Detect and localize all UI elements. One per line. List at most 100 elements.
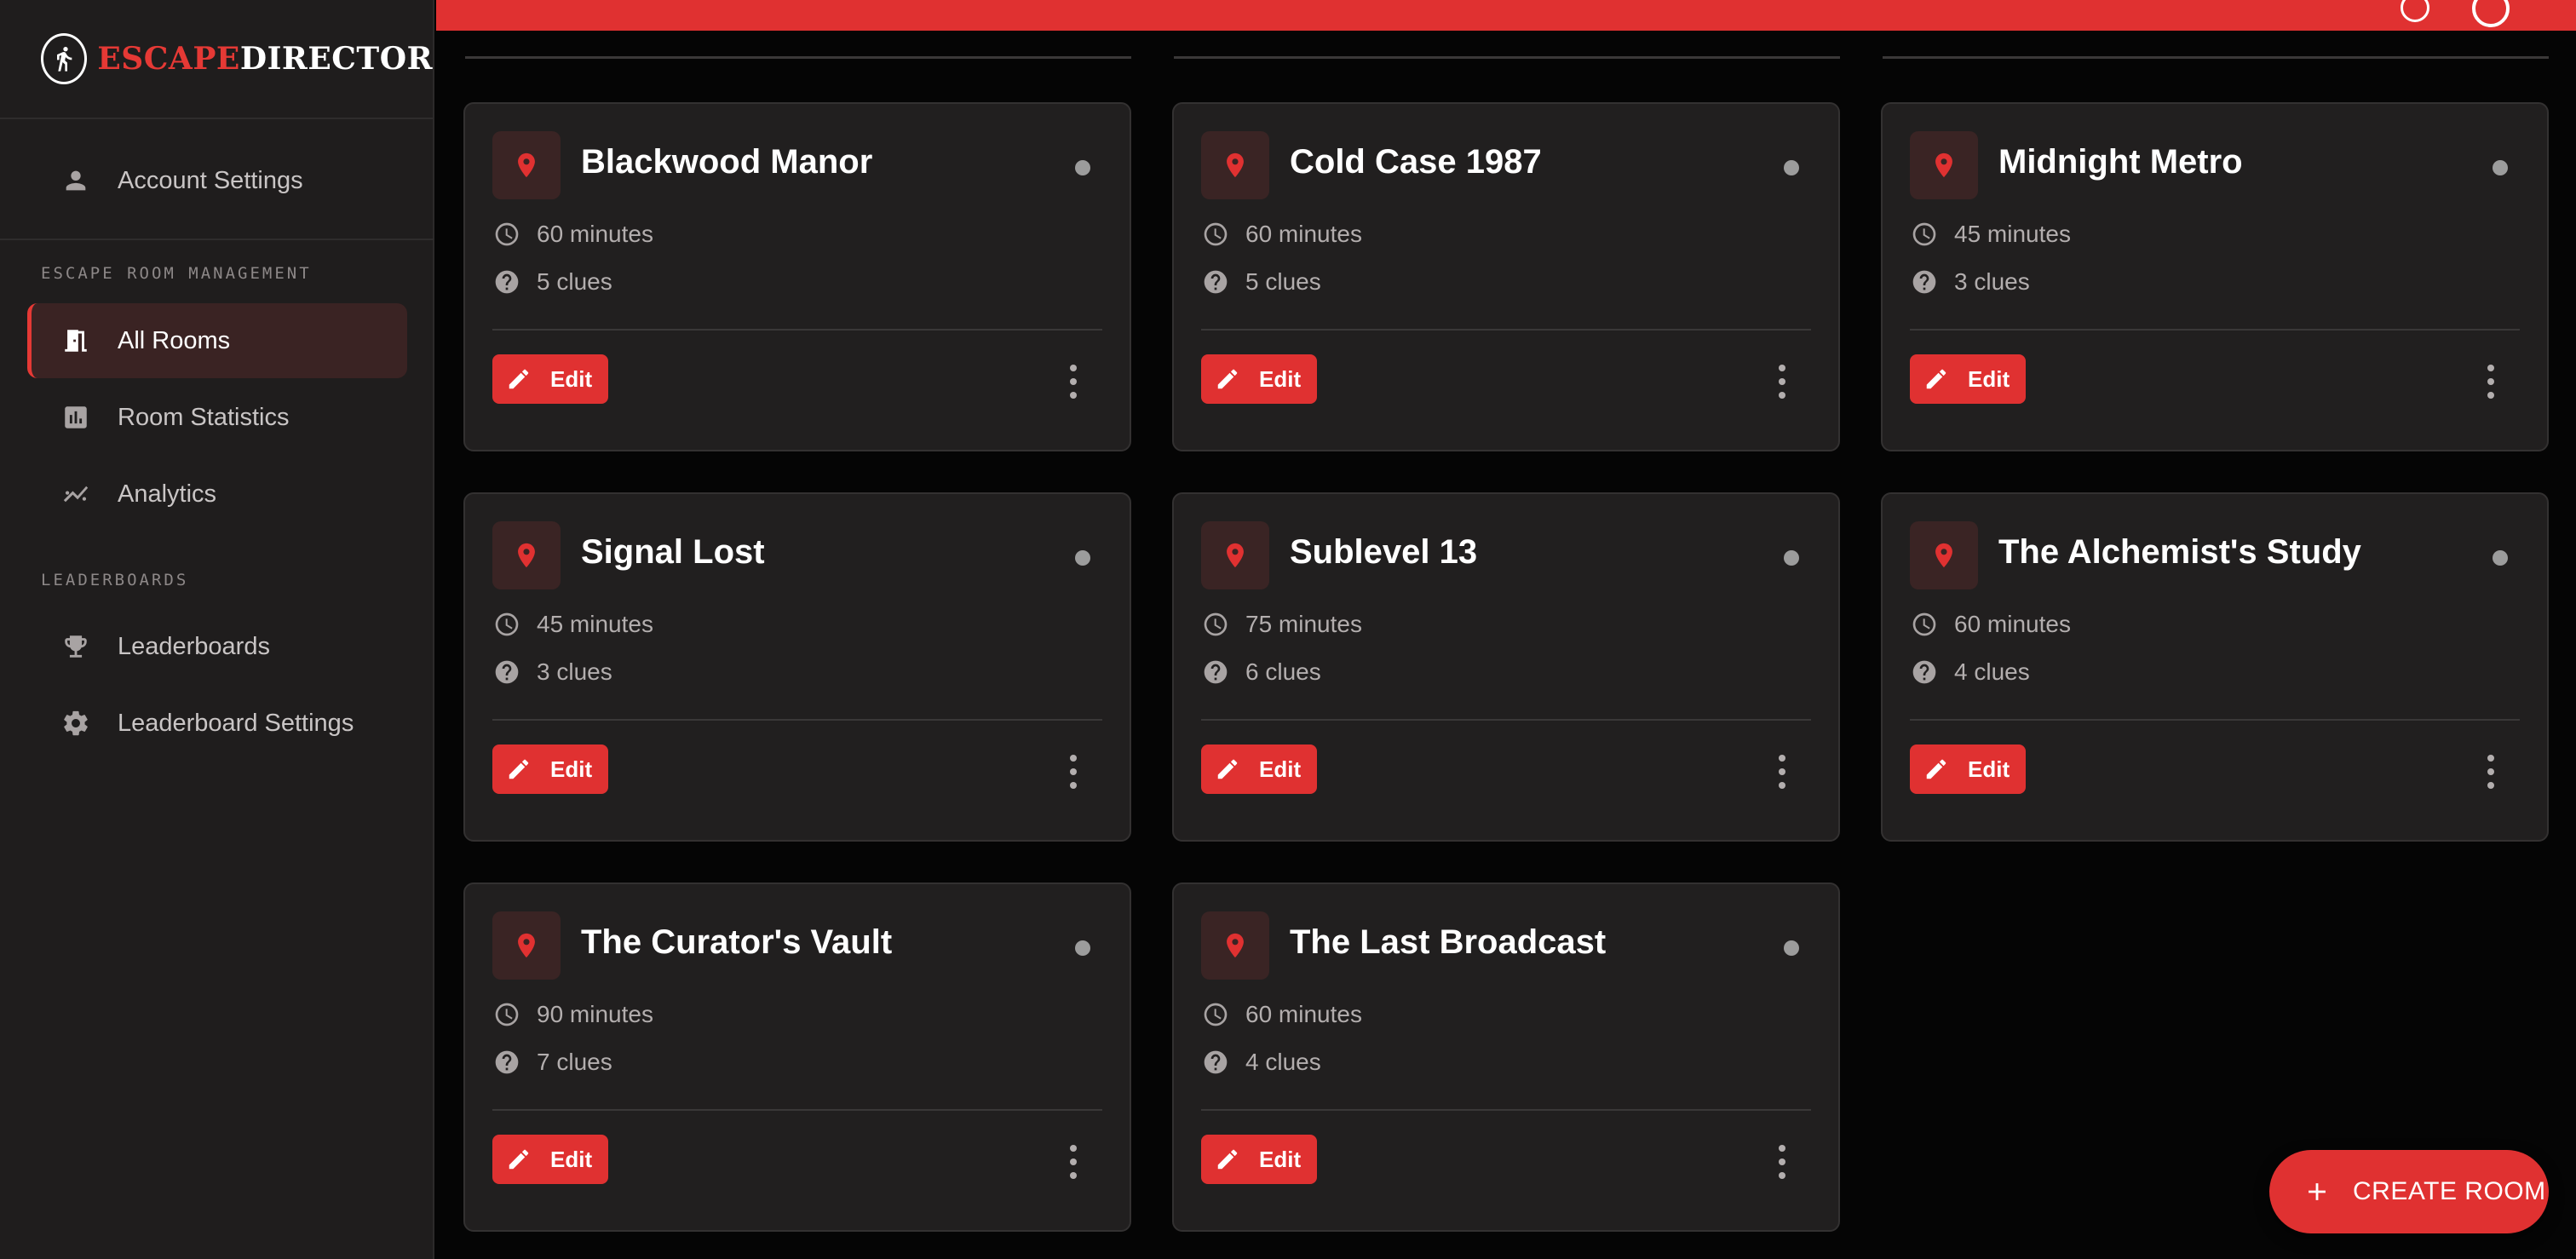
room-card[interactable]: Blackwood Manor 60 minutes 5 clues Edit (463, 102, 1131, 451)
edit-button[interactable]: Edit (492, 744, 608, 794)
clues-text: 5 clues (537, 268, 612, 295)
edit-button[interactable]: Edit (492, 1135, 608, 1184)
edit-button-label: Edit (550, 756, 593, 782)
pencil-icon (1923, 756, 1951, 783)
edit-button-label: Edit (1968, 365, 2010, 392)
brand-name-director: DIRECTOR (239, 41, 433, 77)
more-vert-icon[interactable] (1065, 365, 1082, 399)
room-clues: 7 clues (492, 1048, 612, 1077)
sidebar-item-label: Leaderboard Settings (118, 709, 354, 737)
room-card[interactable]: Sublevel 13 75 minutes 6 clues Edit (1172, 492, 1840, 842)
sidebar-item-leaderboard-settings[interactable]: Leaderboard Settings (27, 686, 407, 761)
person-icon (60, 164, 92, 197)
sidebar-item-label: Analytics (118, 480, 217, 508)
sidebar-item-room-statistics[interactable]: Room Statistics (27, 380, 407, 455)
help-circle-icon (1201, 1048, 1230, 1077)
location-pin-icon (1910, 521, 1978, 589)
gear-icon (60, 707, 92, 739)
edit-button[interactable]: Edit (1910, 354, 2026, 404)
pencil-icon (1923, 365, 1951, 393)
create-room-label: CREATE ROOM (2353, 1177, 2546, 1205)
room-name: Signal Lost (581, 533, 765, 571)
app-root: ESCAPEDIRECTOR Account Settings ESCAPE R… (0, 0, 2576, 1259)
room-name: The Last Broadcast (1290, 923, 1607, 961)
sidebar-item-label: Leaderboards (118, 632, 270, 660)
help-circle-icon (1910, 658, 1939, 687)
bar-chart-icon (60, 401, 92, 434)
clues-text: 3 clues (537, 658, 612, 685)
clues-text: 4 clues (1245, 1049, 1321, 1075)
room-name: The Curator's Vault (581, 923, 893, 961)
sidebar-item-analytics[interactable]: Analytics (27, 457, 407, 532)
card-divider (1201, 1109, 1811, 1111)
duration-text: 60 minutes (1954, 611, 2071, 637)
help-circle-icon (492, 267, 521, 296)
more-vert-icon[interactable] (2482, 755, 2499, 789)
room-name: The Alchemist's Study (1998, 533, 2361, 571)
sidebar-item-account-settings[interactable]: Account Settings (27, 143, 407, 218)
room-card[interactable]: Midnight Metro 45 minutes 3 clues Edit (1881, 102, 2549, 451)
more-vert-icon[interactable] (1065, 1145, 1082, 1179)
pencil-icon (506, 756, 533, 783)
location-pin-icon (1201, 521, 1269, 589)
more-vert-icon[interactable] (2482, 365, 2499, 399)
edit-button[interactable]: Edit (1201, 1135, 1317, 1184)
status-indicator (1075, 550, 1090, 566)
clues-text: 5 clues (1245, 268, 1321, 295)
escape-runner-logo-icon (41, 33, 88, 84)
pencil-icon (506, 365, 533, 393)
room-card[interactable]: The Last Broadcast 60 minutes 4 clues Ed (1172, 882, 1840, 1232)
sidebar-item-label: Room Statistics (118, 403, 290, 431)
clues-text: 7 clues (537, 1049, 612, 1075)
duration-text: 45 minutes (537, 611, 653, 637)
room-card[interactable]: Signal Lost 45 minutes 3 clues Edit (463, 492, 1131, 842)
edit-button-label: Edit (1259, 756, 1302, 782)
edit-button[interactable]: Edit (492, 354, 608, 404)
room-card[interactable]: The Alchemist's Study 60 minutes 4 clues (1881, 492, 2549, 842)
brand[interactable]: ESCAPEDIRECTOR (0, 0, 433, 119)
card-divider (1910, 719, 2520, 721)
room-duration: 60 minutes (1201, 220, 1362, 249)
room-duration: 90 minutes (492, 1000, 653, 1029)
location-pin-icon (492, 911, 561, 980)
door-icon (60, 325, 92, 357)
section-label-leaderboards: LEADERBOARDS (41, 571, 189, 589)
status-indicator (2493, 550, 2508, 566)
more-vert-icon[interactable] (1774, 1145, 1791, 1179)
clues-text: 3 clues (1954, 268, 2030, 295)
create-room-button[interactable]: CREATE ROOM (2269, 1150, 2549, 1233)
status-indicator (1075, 160, 1090, 175)
status-indicator (1784, 550, 1799, 566)
duration-text: 60 minutes (1245, 1001, 1362, 1027)
room-clues: 6 clues (1201, 658, 1321, 687)
sidebar-item-label: All Rooms (118, 326, 231, 354)
help-icon[interactable] (2401, 0, 2429, 22)
room-duration: 60 minutes (1910, 610, 2071, 639)
more-vert-icon[interactable] (1774, 755, 1791, 789)
room-card[interactable]: Cold Case 1987 60 minutes 5 clues Edit (1172, 102, 1840, 451)
room-name: Midnight Metro (1998, 143, 2243, 181)
location-pin-icon (1201, 131, 1269, 199)
room-card[interactable]: The Curator's Vault 90 minutes 7 clues E (463, 882, 1131, 1232)
more-vert-icon[interactable] (1774, 365, 1791, 399)
edit-button[interactable]: Edit (1201, 744, 1317, 794)
card-divider (492, 329, 1102, 331)
sidebar-item-all-rooms[interactable]: All Rooms (27, 303, 407, 378)
more-vert-icon[interactable] (1065, 755, 1082, 789)
clock-icon (1201, 1000, 1230, 1029)
pencil-icon (506, 1146, 533, 1173)
sidebar-item-leaderboards[interactable]: Leaderboards (27, 609, 407, 684)
help-circle-icon (492, 658, 521, 687)
pencil-icon (1215, 365, 1242, 393)
edit-button[interactable]: Edit (1201, 354, 1317, 404)
account-avatar-icon[interactable] (2472, 0, 2510, 27)
card-divider (1201, 329, 1811, 331)
top-app-bar (436, 0, 2576, 31)
status-indicator (2493, 160, 2508, 175)
room-clues: 5 clues (1201, 267, 1321, 296)
pencil-icon (1215, 756, 1242, 783)
sidebar-item-label: Account Settings (118, 166, 303, 194)
edit-button[interactable]: Edit (1910, 744, 2026, 794)
room-duration: 60 minutes (492, 220, 653, 249)
card-divider (1201, 719, 1811, 721)
